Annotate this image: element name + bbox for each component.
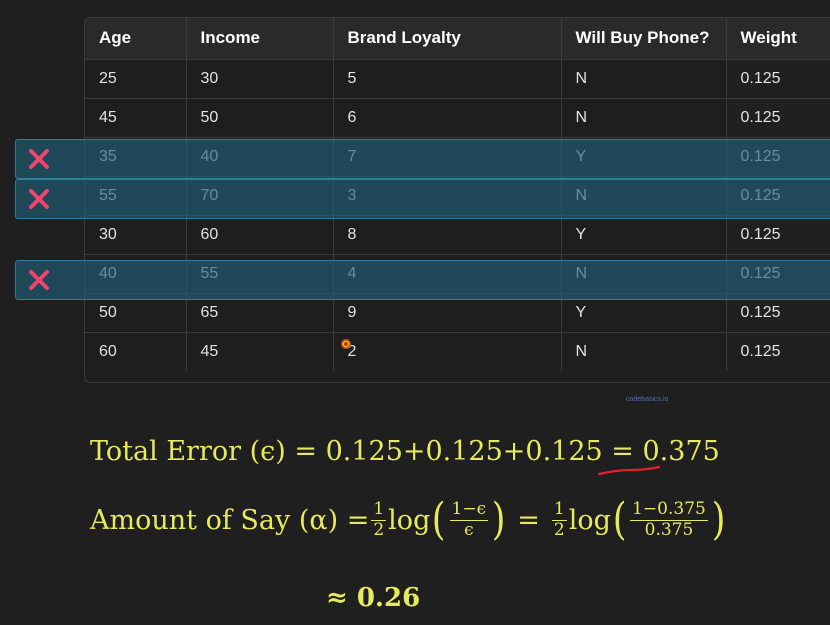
cell-income: 45	[186, 332, 334, 371]
cell-will-buy-phone: N	[561, 59, 727, 99]
cell-income: 70	[186, 176, 334, 216]
cell-will-buy-phone: Y	[561, 215, 727, 255]
cell-weight: 0.125	[726, 254, 830, 294]
half-numerator-2: 1	[551, 498, 567, 521]
equals-sign: =	[517, 504, 540, 536]
cell-brand-loyalty: 9	[333, 293, 562, 333]
half-denominator-2: 2	[553, 519, 565, 540]
x-mark-icon	[29, 270, 49, 290]
open-paren-1: (	[432, 494, 446, 545]
cell-brand-loyalty: 6	[333, 98, 562, 138]
cell-weight: 0.125	[726, 59, 830, 99]
cell-age: 55	[85, 176, 187, 216]
cell-income: 30	[186, 59, 334, 99]
table-row: 55 70 3 N 0.125	[85, 176, 830, 216]
table-row: 30 60 8 Y 0.125	[85, 215, 830, 255]
cell-will-buy-phone: N	[561, 254, 727, 294]
error-ratio-denominator: ϵ	[464, 519, 474, 540]
cell-brand-loyalty: 7	[333, 137, 562, 177]
cell-income: 55	[186, 254, 334, 294]
error-ratio-numerator: 1−ϵ	[449, 498, 489, 521]
cell-weight: 0.125	[726, 293, 830, 333]
total-error-lhs: Total Error (ϵ) =	[90, 436, 326, 467]
table-row: 60 45 2 N 0.125	[85, 332, 830, 371]
cell-income: 65	[186, 293, 334, 333]
cell-age: 50	[85, 293, 187, 333]
cell-brand-loyalty: 2	[333, 332, 562, 371]
cell-income: 50	[186, 98, 334, 138]
cell-age: 60	[85, 332, 187, 371]
x-mark-icon	[29, 148, 49, 169]
cell-will-buy-phone: Y	[561, 137, 727, 177]
half-fraction-2: 1 2	[551, 498, 567, 540]
cell-weight: 0.125	[726, 176, 830, 216]
header-brand-loyalty: Brand Loyalty	[333, 18, 562, 60]
table-row: 50 65 9 Y 0.125	[85, 293, 830, 333]
red-underline-mark	[597, 465, 661, 476]
half-fraction: 1 2	[371, 498, 387, 540]
cell-income: 60	[186, 215, 334, 255]
cell-brand-loyalty: 4	[333, 254, 562, 294]
close-paren-2: )	[711, 494, 726, 545]
cell-brand-loyalty: 5	[333, 59, 562, 99]
cell-will-buy-phone: N	[561, 176, 727, 216]
table-row: 25 30 5 N 0.125	[85, 59, 830, 99]
error-ratio-fraction: 1−ϵ ϵ	[449, 498, 489, 540]
mouse-cursor-indicator	[341, 339, 351, 349]
numeric-ratio-fraction: 1−0.375 0.375	[630, 498, 708, 540]
cell-age: 25	[85, 59, 187, 99]
approx-result: ≈ 0.26	[326, 583, 421, 613]
cell-weight: 0.125	[726, 98, 830, 138]
cell-brand-loyalty: 8	[333, 215, 562, 255]
open-paren-2: (	[612, 494, 627, 545]
cell-will-buy-phone: N	[561, 98, 727, 138]
cell-age: 40	[85, 254, 187, 294]
cell-will-buy-phone: Y	[561, 293, 727, 333]
total-error-sum: 0.125+0.125+0.125 =	[325, 436, 643, 467]
half-numerator: 1	[371, 498, 387, 521]
log-label-2: log	[568, 504, 611, 536]
amount-of-say-formula: Amount of Say (α) = 1 2 log ( 1−ϵ ϵ ) = …	[90, 498, 727, 542]
table-row: 40 55 4 N 0.125	[85, 254, 830, 294]
table-header-row: Age Income Brand Loyalty Will Buy Phone?…	[85, 18, 830, 60]
table-row: 45 50 6 N 0.125	[85, 98, 830, 138]
header-income: Income	[186, 18, 334, 60]
cell-age: 30	[85, 215, 187, 255]
half-denominator: 2	[373, 519, 385, 540]
x-mark-icon	[29, 189, 49, 210]
header-age: Age	[85, 18, 187, 60]
cell-weight: 0.125	[726, 332, 830, 371]
data-table-container: Age Income Brand Loyalty Will Buy Phone?…	[84, 17, 830, 383]
cell-weight: 0.125	[726, 215, 830, 255]
total-error-answer: 0.375	[642, 436, 720, 467]
numeric-ratio-numerator: 1−0.375	[630, 498, 708, 521]
cell-will-buy-phone: N	[561, 332, 727, 371]
watermark: codebasics.io	[626, 396, 669, 403]
close-paren-1: )	[491, 494, 506, 545]
cell-age: 35	[85, 137, 187, 177]
data-table: Age Income Brand Loyalty Will Buy Phone?…	[85, 18, 830, 371]
cell-income: 40	[186, 137, 334, 177]
cell-age: 45	[85, 98, 187, 138]
header-will-buy-phone: Will Buy Phone?	[561, 18, 727, 60]
cell-brand-loyalty: 3	[333, 176, 562, 216]
table-row: 35 40 7 Y 0.125	[85, 137, 830, 177]
log-label-1: log	[388, 504, 431, 536]
numeric-ratio-denominator: 0.375	[644, 519, 694, 540]
total-error-formula: Total Error (ϵ) = 0.125+0.125+0.125 = 0.…	[90, 436, 720, 467]
cell-weight: 0.125	[726, 137, 830, 177]
amount-of-say-lhs: Amount of Say (α) =	[90, 504, 370, 536]
header-weight: Weight	[726, 18, 830, 60]
